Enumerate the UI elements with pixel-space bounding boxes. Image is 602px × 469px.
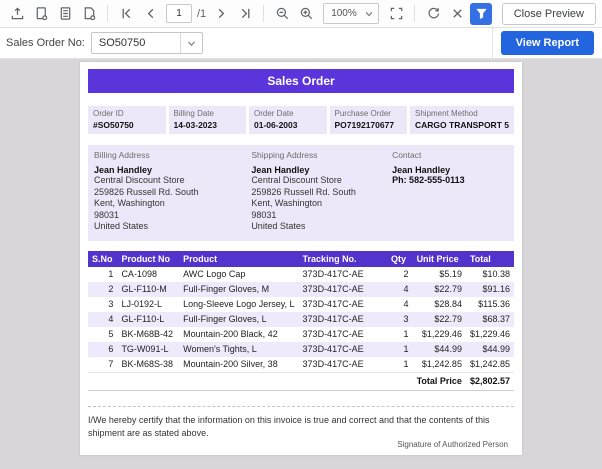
contact-name: Jean Handley <box>392 165 508 175</box>
fit-to-page-icon[interactable] <box>385 3 407 25</box>
chevron-down-icon <box>180 33 202 53</box>
field-label: Billing Date <box>174 109 242 118</box>
shipment-method-field: Shipment Method CARGO TRANSPORT 5 <box>410 106 514 134</box>
field-value: 14-03-2023 <box>174 120 242 130</box>
table-row: 7BK-M68S-38Mountain-200 Silver, 38373D-4… <box>88 357 514 373</box>
parameter-bar: Sales Order No: SO50750 View Report <box>0 28 602 59</box>
field-label: Order ID <box>93 109 161 118</box>
contact-info: Contact Jean Handley Ph: 582-555-0113 <box>392 150 508 233</box>
cancel-icon[interactable] <box>446 3 468 25</box>
sales-order-select[interactable]: SO50750 <box>91 32 203 54</box>
view-report-button[interactable]: View Report <box>501 31 594 55</box>
order-info-row: Order ID #SO50750 Billing Date 14-03-202… <box>88 106 514 134</box>
field-value: #SO50750 <box>93 120 161 130</box>
contact-phone: Ph: 582-555-0113 <box>392 175 508 187</box>
shipping-address-lines: Central Discount Store259826 Russell Rd.… <box>251 175 392 233</box>
zoom-out-icon[interactable] <box>271 3 293 25</box>
line-items-table: S.No Product No Product Tracking No. Qty… <box>88 251 514 391</box>
sales-order-value: SO50750 <box>92 37 180 49</box>
billing-date-field: Billing Date 14-03-2023 <box>169 106 247 134</box>
column-header: Total <box>466 251 514 267</box>
table-header-row: S.No Product No Product Tracking No. Qty… <box>88 251 514 267</box>
toolbar-divider <box>263 5 264 22</box>
export-icon[interactable] <box>6 3 28 25</box>
address-name: Jean Handley <box>251 165 392 175</box>
report-title: Sales Order <box>88 69 514 93</box>
zoom-level-select[interactable]: 100% <box>323 3 379 24</box>
field-label: Order Date <box>254 109 322 118</box>
column-header: S.No <box>88 251 117 267</box>
table-row: 3LJ-0192-LLong-Sleeve Logo Jersey, L373D… <box>88 297 514 312</box>
previous-page-icon[interactable] <box>139 3 161 25</box>
field-label: Shipment Method <box>415 109 509 118</box>
report-viewport: Sales Order Order ID #SO50750 Billing Da… <box>0 59 602 469</box>
total-label: Total Price <box>413 372 466 390</box>
close-preview-button[interactable]: Close Preview <box>502 3 596 25</box>
viewer-toolbar: /1 100% Close Preview <box>0 0 602 28</box>
billing-address: Billing Address Jean Handley Central Dis… <box>94 150 251 233</box>
table-row: 1CA-1098AWC Logo Cap373D-417C-AE2$5.19$1… <box>88 267 514 282</box>
page-total-label: /1 <box>197 8 206 20</box>
toolbar-divider <box>107 5 108 22</box>
next-page-icon[interactable] <box>210 3 232 25</box>
address-label: Billing Address <box>94 150 251 160</box>
zoom-level-value: 100% <box>331 8 357 19</box>
order-id-field: Order ID #SO50750 <box>88 106 166 134</box>
filter-icon[interactable] <box>470 3 492 25</box>
order-date-field: Order Date 01-06-2003 <box>249 106 327 134</box>
address-label: Contact <box>392 150 508 160</box>
total-value: $2,802.57 <box>466 372 514 390</box>
report-page: Sales Order Order ID #SO50750 Billing Da… <box>80 62 522 455</box>
column-header: Unit Price <box>413 251 466 267</box>
refresh-icon[interactable] <box>422 3 444 25</box>
table-row: 2GL-F110-MFull-Finger Gloves, M373D-417C… <box>88 282 514 297</box>
column-header: Product No <box>117 251 179 267</box>
billing-address-lines: Central Discount Store259826 Russell Rd.… <box>94 175 251 233</box>
field-value: CARGO TRANSPORT 5 <box>415 120 509 130</box>
field-label: Purchase Order <box>335 109 403 118</box>
toolbar-divider <box>414 5 415 22</box>
table-row: 4GL-F110-LFull-Finger Gloves, L373D-417C… <box>88 312 514 327</box>
purchase-order-field: Purchase Order PO7192170677 <box>330 106 408 134</box>
field-value: PO7192170677 <box>335 120 403 130</box>
print-layout-icon[interactable] <box>54 3 76 25</box>
dashed-divider <box>88 406 514 407</box>
table-body: 1CA-1098AWC Logo Cap373D-417C-AE2$5.19$1… <box>88 267 514 373</box>
page-number-input[interactable] <box>166 4 192 23</box>
address-name: Jean Handley <box>94 165 251 175</box>
column-header: Tracking No. <box>299 251 388 267</box>
signature-label: Signature of Authorized Person <box>397 440 508 449</box>
certification-text: I/We hereby certify that the information… <box>88 414 497 440</box>
last-page-icon[interactable] <box>234 3 256 25</box>
table-row: 5BK-M68B-42Mountain-200 Black, 42373D-41… <box>88 327 514 342</box>
shipping-address: Shipping Address Jean Handley Central Di… <box>251 150 392 233</box>
first-page-icon[interactable] <box>115 3 137 25</box>
parameter-label: Sales Order No: <box>6 37 85 49</box>
column-header: Product <box>179 251 298 267</box>
zoom-in-icon[interactable] <box>295 3 317 25</box>
chevron-down-icon <box>364 9 374 19</box>
column-header: Qty <box>387 251 413 267</box>
field-value: 01-06-2003 <box>254 120 322 130</box>
total-row: Total Price $2,802.57 <box>88 372 514 390</box>
print-icon[interactable] <box>30 3 52 25</box>
addresses-section: Billing Address Jean Handley Central Dis… <box>88 145 514 241</box>
address-label: Shipping Address <box>251 150 392 160</box>
table-row: 6TG-W091-LWomen's Tights, L373D-417C-AE1… <box>88 342 514 357</box>
page-setup-icon[interactable] <box>78 3 100 25</box>
